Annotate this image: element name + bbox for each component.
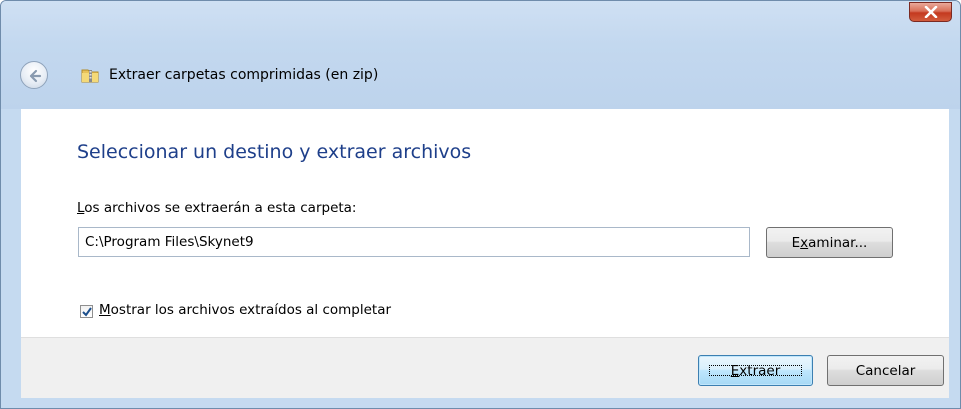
destination-path-input[interactable] [78, 227, 750, 257]
destination-label-text: os archivos se extraerán a esta carpeta: [84, 200, 357, 216]
show-files-checkbox[interactable] [80, 305, 93, 318]
button-bar: Extraer Cancelar [21, 337, 949, 398]
window-title: Extraer carpetas comprimidas (en zip) [109, 67, 379, 83]
browse-button[interactable]: Ex aminar... [766, 227, 893, 258]
show-files-accesskey: M [99, 302, 111, 318]
close-icon [924, 6, 938, 18]
show-files-text: ostrar los archivos extraídos al complet… [110, 302, 392, 318]
extract-accesskey: E [730, 362, 740, 379]
browse-label-prefix: E [791, 234, 801, 251]
extract-button[interactable]: Extraer [698, 355, 813, 386]
destination-label: Los archivos se extraerán a esta carpeta… [77, 200, 357, 216]
dialog-window: Extraer carpetas comprimidas (en zip) Se… [0, 0, 961, 409]
back-button[interactable] [20, 61, 48, 89]
content-panel: Seleccionar un destino y extraer archivo… [21, 109, 949, 337]
zip-folder-icon [81, 69, 99, 83]
close-button[interactable] [909, 2, 952, 22]
cancel-button[interactable]: Cancelar [827, 355, 944, 386]
browse-label-rest: aminar... [808, 234, 868, 251]
show-files-label[interactable]: Mostrar los archivos extraídos al comple… [99, 302, 391, 318]
back-arrow-icon [29, 69, 42, 83]
title-bar [1, 1, 960, 109]
checkmark-icon [82, 307, 92, 317]
extract-label: xtraer [739, 362, 781, 379]
browse-label-accesskey: x [800, 234, 809, 251]
page-heading: Seleccionar un destino y extraer archivo… [77, 141, 472, 163]
